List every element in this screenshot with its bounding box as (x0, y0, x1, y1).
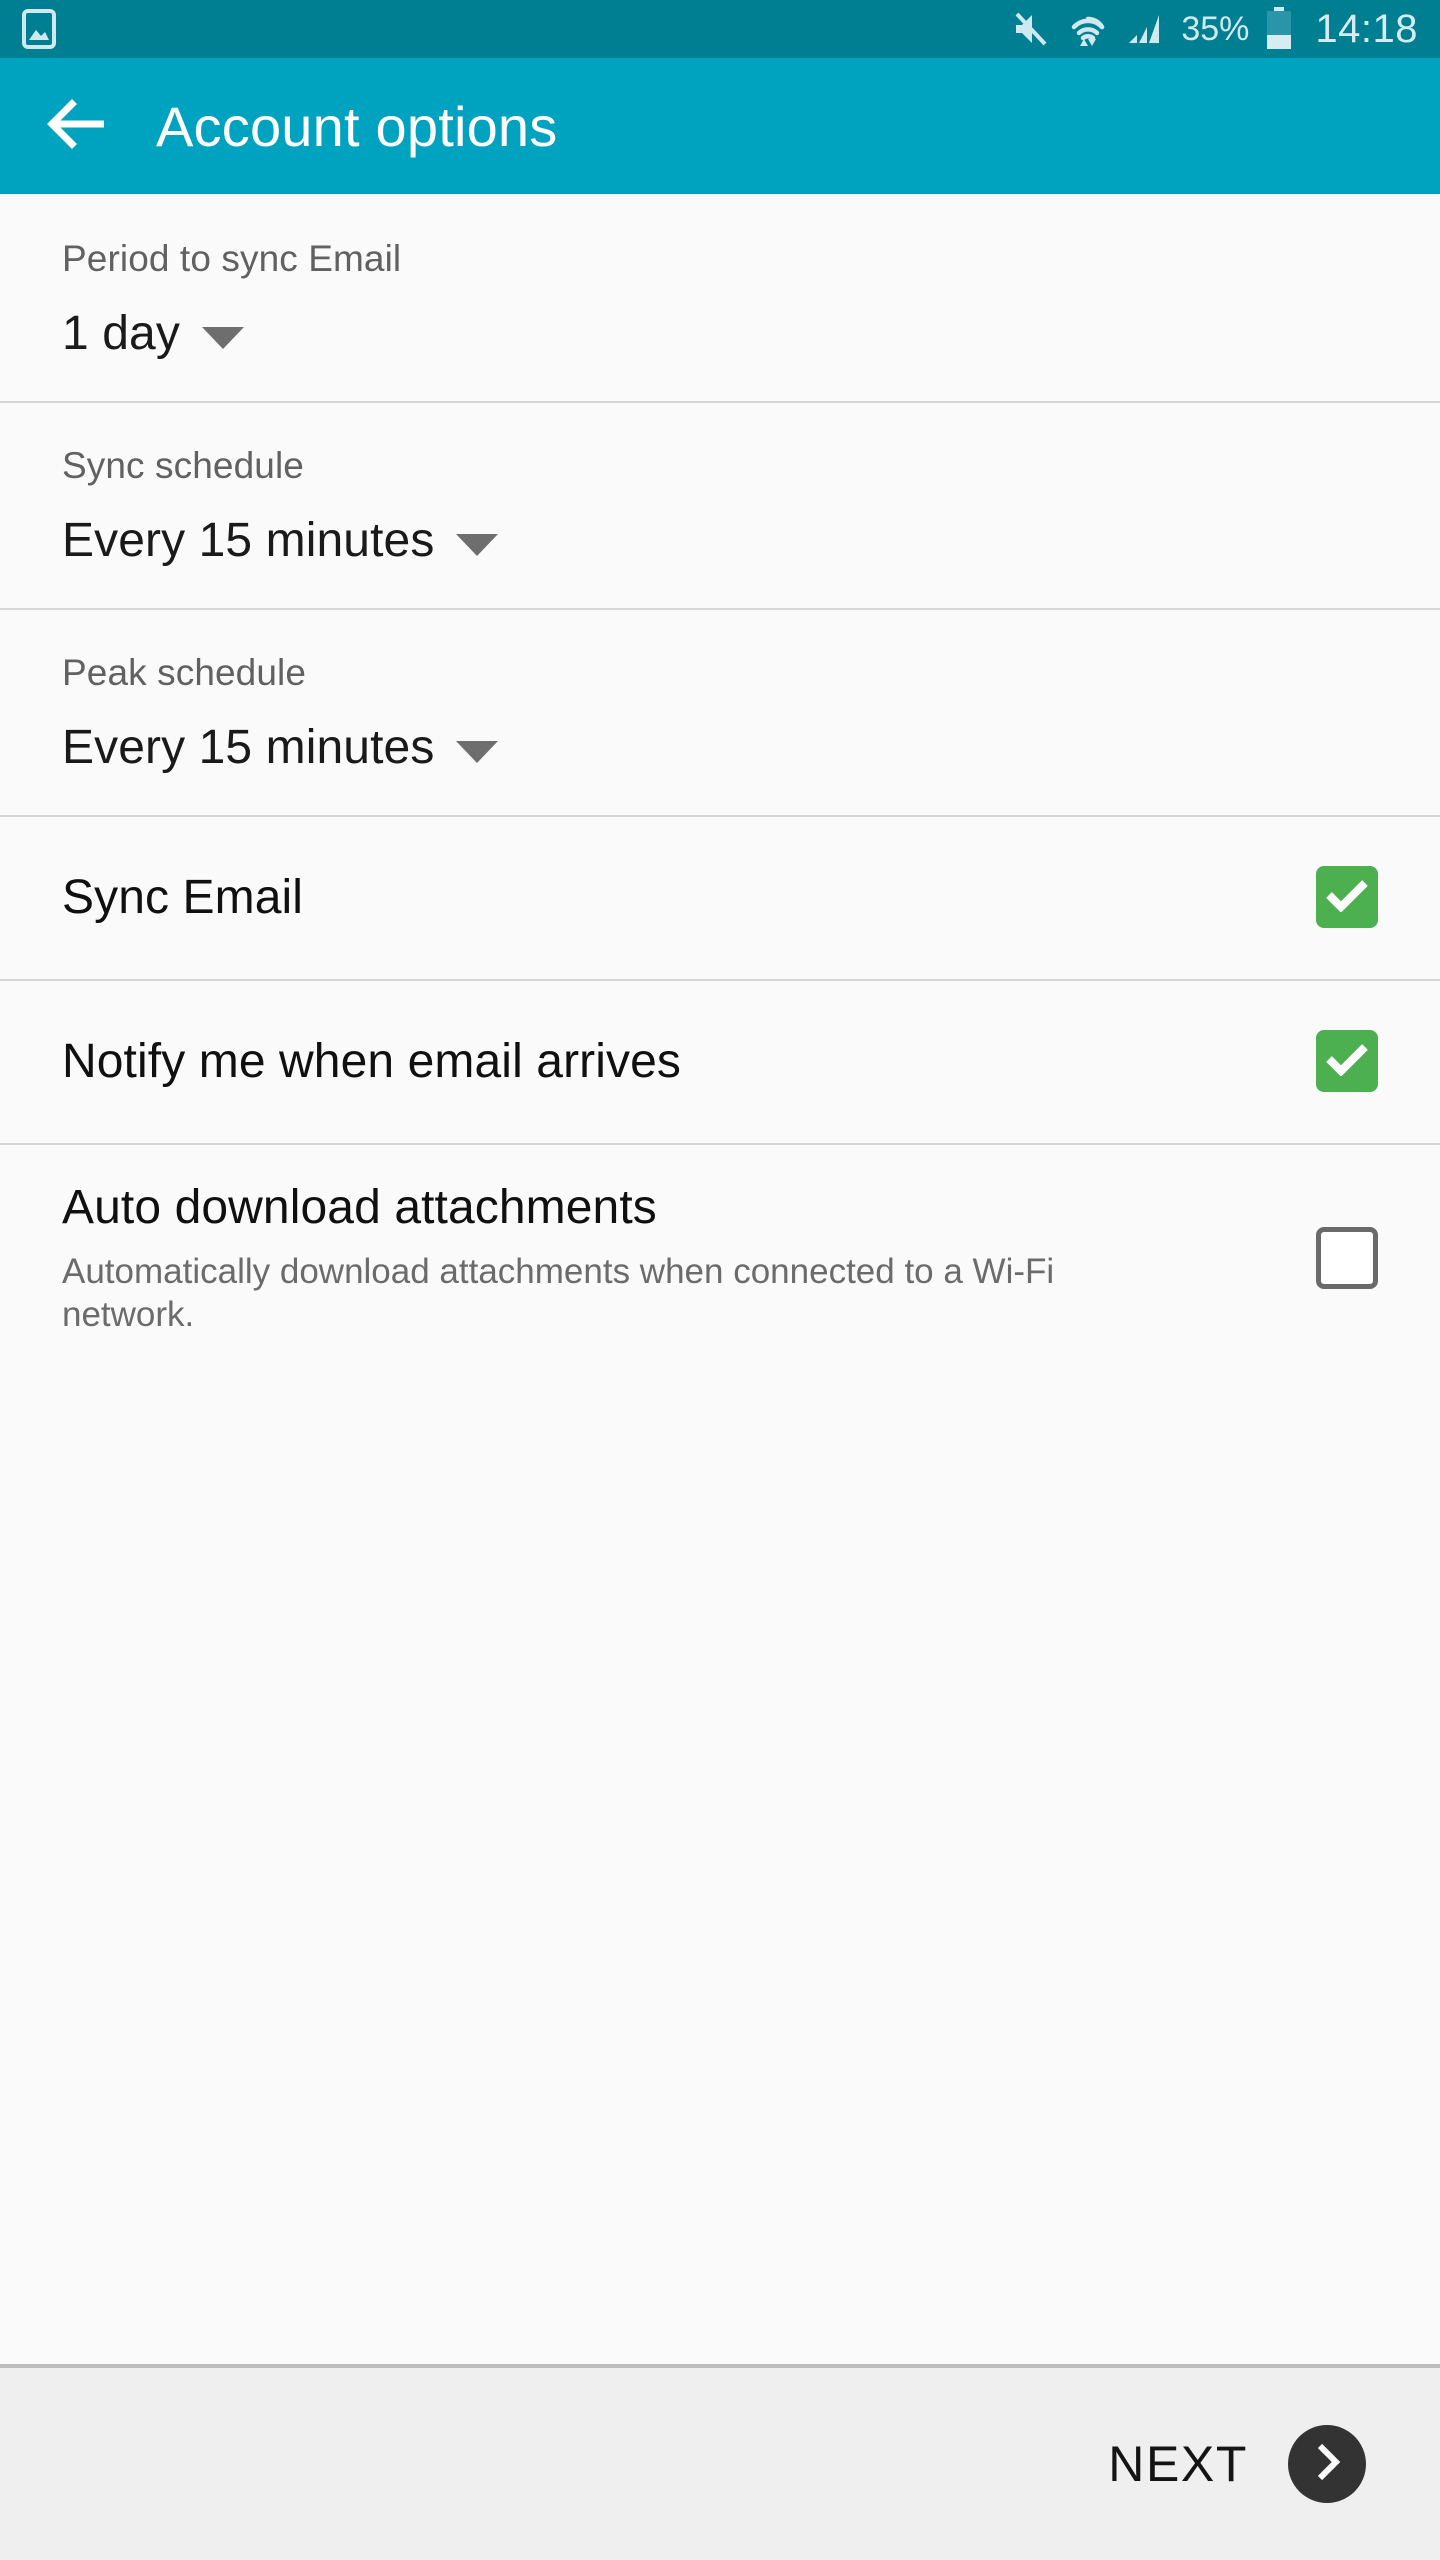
signal-icon (1125, 9, 1165, 49)
spinner-peak-schedule[interactable]: Every 15 minutes (62, 720, 1378, 775)
spinner-value: 1 day (62, 307, 180, 360)
back-button[interactable] (44, 93, 110, 159)
next-button-label[interactable]: NEXT (1108, 2435, 1248, 2493)
checkbox-sync-email[interactable] (1316, 866, 1378, 928)
setting-auto-download-attachments[interactable]: Auto download attachments Automatically … (0, 1143, 1440, 1373)
setting-sync-schedule[interactable]: Sync schedule Every 15 minutes (0, 401, 1440, 608)
spinner-sync-schedule[interactable]: Every 15 minutes (62, 513, 1378, 568)
setting-peak-schedule[interactable]: Peak schedule Every 15 minutes (0, 608, 1440, 815)
setting-label: Period to sync Email (62, 238, 402, 279)
chevron-right-icon (1311, 2440, 1343, 2489)
setting-subtitle: Automatically download attachments when … (62, 1251, 1055, 1334)
setting-texts: Auto download attachments Automatically … (62, 1180, 1316, 1336)
setting-title: Sync Email (62, 870, 304, 924)
next-button[interactable] (1288, 2425, 1366, 2503)
page-title: Account options (156, 94, 558, 158)
app-bar: Account options (0, 58, 1440, 194)
chevron-down-icon (201, 326, 244, 349)
chevron-down-icon (456, 533, 499, 556)
setting-sync-email[interactable]: Sync Email (0, 815, 1440, 979)
setting-period-to-sync-email[interactable]: Period to sync Email 1 day (0, 194, 1440, 401)
setting-texts: Notify me when email arrives (62, 1034, 1316, 1089)
check-icon (1325, 878, 1369, 917)
status-bar-notifications (22, 9, 56, 49)
image-notification-icon (22, 9, 56, 49)
status-bar-system-icons: 35% 14:18 (1011, 7, 1418, 51)
battery-percent-label: 35% (1181, 10, 1250, 48)
checkbox-auto-download-attachments[interactable] (1316, 1227, 1378, 1289)
spinner-value: Every 15 minutes (62, 514, 435, 567)
setting-label: Sync schedule (62, 445, 304, 486)
account-options-screen: 35% 14:18 Account options Period to sync… (0, 0, 1440, 2560)
setting-title: Auto download attachments (62, 1180, 657, 1234)
status-bar-clock: 14:18 (1315, 7, 1418, 51)
settings-list: Period to sync Email 1 day Sync schedule… (0, 194, 1440, 2364)
status-bar: 35% 14:18 (0, 0, 1440, 58)
arrow-back-icon (46, 98, 108, 155)
spinner-period-to-sync-email[interactable]: 1 day (62, 306, 1378, 361)
battery-icon (1265, 7, 1293, 51)
setting-label: Peak schedule (62, 652, 307, 693)
chevron-down-icon (456, 740, 499, 763)
bottom-action-bar: NEXT (0, 2364, 1440, 2560)
checkbox-notify-email-arrives[interactable] (1316, 1030, 1378, 1092)
setting-texts: Sync Email (62, 870, 1316, 925)
setting-notify-email-arrives[interactable]: Notify me when email arrives (0, 979, 1440, 1143)
spinner-value: Every 15 minutes (62, 721, 435, 774)
setting-title: Notify me when email arrives (62, 1034, 681, 1088)
check-icon (1325, 1042, 1369, 1081)
mute-icon (1011, 9, 1051, 49)
wifi-icon (1067, 8, 1109, 50)
